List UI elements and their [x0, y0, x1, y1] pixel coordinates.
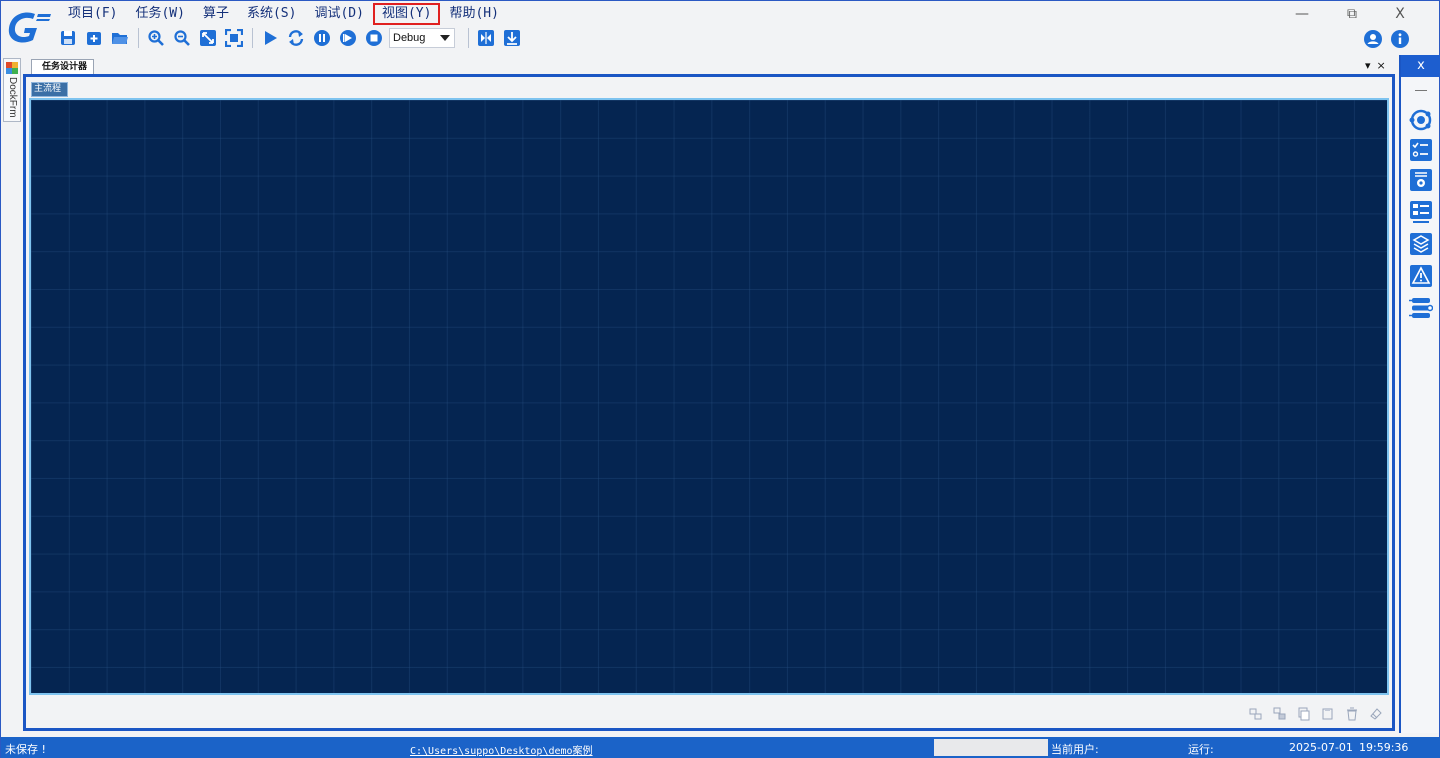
- step-button[interactable]: [337, 27, 359, 49]
- download-icon: [504, 30, 520, 46]
- target-icon[interactable]: [1409, 108, 1433, 132]
- zoom-in-button[interactable]: [145, 27, 167, 49]
- loop-icon: [288, 30, 304, 46]
- menu-operator[interactable]: 算子: [194, 3, 238, 25]
- dock-window-icon: [6, 62, 18, 74]
- dock-strip[interactable]: DockFrm: [3, 58, 21, 122]
- step-icon: [340, 30, 356, 46]
- status-date: 2025-07-01: [1289, 741, 1353, 754]
- list-view-icon[interactable]: [1409, 200, 1433, 224]
- project-path-link[interactable]: C:\Users\suppo\Desktop\demo案例: [410, 742, 593, 757]
- pause-button[interactable]: [311, 27, 333, 49]
- right-panel-divider: [1415, 90, 1427, 91]
- toolbar-separator: [468, 28, 469, 48]
- close-document-button[interactable]: ×: [1377, 59, 1386, 72]
- zoom-out-button[interactable]: [171, 27, 193, 49]
- flow-list-icon[interactable]: [1409, 296, 1433, 320]
- save-icon: [61, 31, 75, 45]
- new-button[interactable]: [83, 27, 105, 49]
- breakpoint-button[interactable]: [475, 27, 497, 49]
- download-button[interactable]: [501, 27, 523, 49]
- tab-list-dropdown[interactable]: ▾: [1365, 59, 1371, 72]
- toolbar-separator: [252, 28, 253, 48]
- new-icon: [87, 32, 101, 45]
- app-logo: [8, 12, 51, 43]
- app-window: 项目(F) 任务(W) 算子 系统(S) 调试(D) 视图(Y) 帮助(H) —…: [0, 0, 1440, 758]
- settings-list-icon[interactable]: [1409, 168, 1433, 192]
- menu-help[interactable]: 帮助(H): [440, 3, 507, 25]
- fullscreen-button[interactable]: [223, 27, 245, 49]
- paste-icon[interactable]: [1321, 707, 1335, 721]
- mode-select-value: Debug: [393, 32, 426, 44]
- mode-select[interactable]: Debug: [389, 28, 455, 48]
- restore-button[interactable]: ⧉: [1341, 4, 1363, 24]
- stop-icon: [366, 30, 382, 46]
- right-panel: x: [1399, 55, 1440, 733]
- canvas-tools: [1249, 707, 1383, 721]
- status-bar: 未保存 ! C:\Users\suppo\Desktop\demo案例 当前用户…: [1, 737, 1440, 758]
- loop-button[interactable]: [285, 27, 307, 49]
- clear-icon[interactable]: [1369, 707, 1383, 721]
- menu-task[interactable]: 任务(W): [126, 3, 193, 25]
- toolbar-separator: [138, 28, 139, 48]
- delete-icon[interactable]: [1345, 707, 1359, 721]
- layers-icon[interactable]: [1409, 232, 1433, 256]
- fit-button[interactable]: [197, 27, 219, 49]
- checklist-icon[interactable]: [1409, 138, 1433, 162]
- run-button[interactable]: [259, 27, 281, 49]
- save-state: 未保存 !: [5, 743, 46, 756]
- minimize-button[interactable]: —: [1291, 4, 1313, 24]
- stop-button[interactable]: [363, 27, 385, 49]
- align-icon[interactable]: [1249, 707, 1263, 721]
- menu-view[interactable]: 视图(Y): [372, 3, 441, 25]
- current-user-label: 当前用户:: [1051, 743, 1099, 756]
- menu-bar: 项目(F) 任务(W) 算子 系统(S) 调试(D) 视图(Y) 帮助(H): [59, 3, 508, 25]
- run-icon: [265, 31, 277, 45]
- dock-label: DockFrm: [7, 77, 18, 118]
- run-label: 运行:: [1188, 743, 1214, 756]
- zoom-out-icon: [174, 30, 190, 46]
- zoom-in-icon: [148, 30, 164, 46]
- open-folder-icon: [112, 33, 128, 44]
- chevron-down-icon: [440, 35, 450, 41]
- user-icon[interactable]: [1363, 29, 1383, 49]
- right-panel-close-button[interactable]: x: [1401, 55, 1440, 77]
- pause-icon: [314, 30, 330, 46]
- breakpoint-icon: [478, 30, 494, 46]
- menu-project[interactable]: 项目(F): [59, 3, 126, 25]
- tab-task-designer[interactable]: 任务设计器: [31, 59, 95, 74]
- menu-system[interactable]: 系统(S): [238, 3, 305, 25]
- fullscreen-icon: [225, 29, 243, 47]
- menu-debug[interactable]: 调试(D): [305, 3, 372, 25]
- toolbar: Debug: [57, 27, 527, 49]
- copy-icon[interactable]: [1297, 707, 1311, 721]
- open-folder-button[interactable]: [109, 27, 131, 49]
- status-progress-box: [934, 739, 1048, 756]
- tab-main-flow[interactable]: 主流程: [31, 82, 68, 97]
- distribute-icon[interactable]: [1273, 707, 1287, 721]
- save-button[interactable]: [57, 27, 79, 49]
- document-controls: ▾ ×: [1365, 59, 1386, 72]
- info-icon[interactable]: [1390, 29, 1410, 49]
- warning-icon[interactable]: [1409, 264, 1433, 288]
- fit-icon: [200, 30, 216, 46]
- flow-canvas[interactable]: [29, 98, 1389, 695]
- status-time: 19:59:36: [1359, 741, 1409, 754]
- close-button[interactable]: X: [1389, 4, 1411, 24]
